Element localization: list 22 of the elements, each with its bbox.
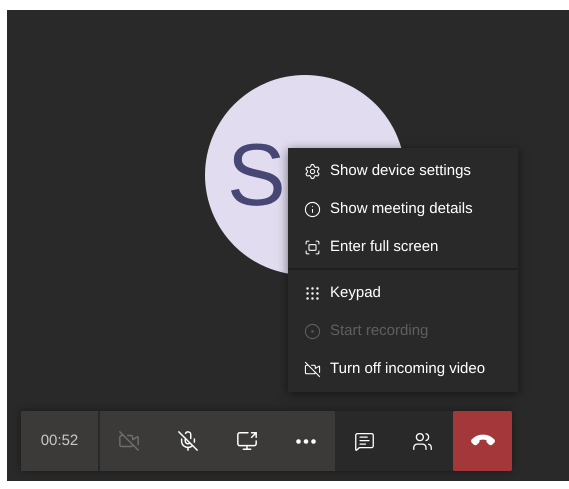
menu-item[interactable]: Show device settings [288, 152, 518, 190]
fullscreen-icon [304, 238, 321, 256]
record-icon [304, 322, 321, 340]
hang-up-button[interactable] [453, 411, 512, 471]
chat-icon [354, 430, 374, 452]
menu-item[interactable]: Enter full screen [288, 228, 518, 266]
menu-item[interactable]: Turn off incoming video [288, 350, 518, 388]
menu-item[interactable]: Show meeting details [288, 190, 518, 228]
info-icon [304, 200, 321, 218]
call-timer: 00:52 [21, 411, 98, 471]
share-screen-icon [236, 430, 258, 452]
participants-button[interactable] [393, 411, 451, 471]
mic-off-icon [177, 430, 200, 452]
more-icon [296, 438, 316, 444]
camera-off-icon [118, 430, 140, 452]
avatar-initial: S [227, 131, 286, 219]
menu-item[interactable]: Keypad [288, 274, 518, 312]
gear-icon [304, 162, 321, 180]
video-off-icon [304, 360, 321, 378]
keypad-icon [304, 284, 321, 302]
people-icon [412, 430, 432, 452]
chat-button[interactable] [335, 411, 393, 471]
